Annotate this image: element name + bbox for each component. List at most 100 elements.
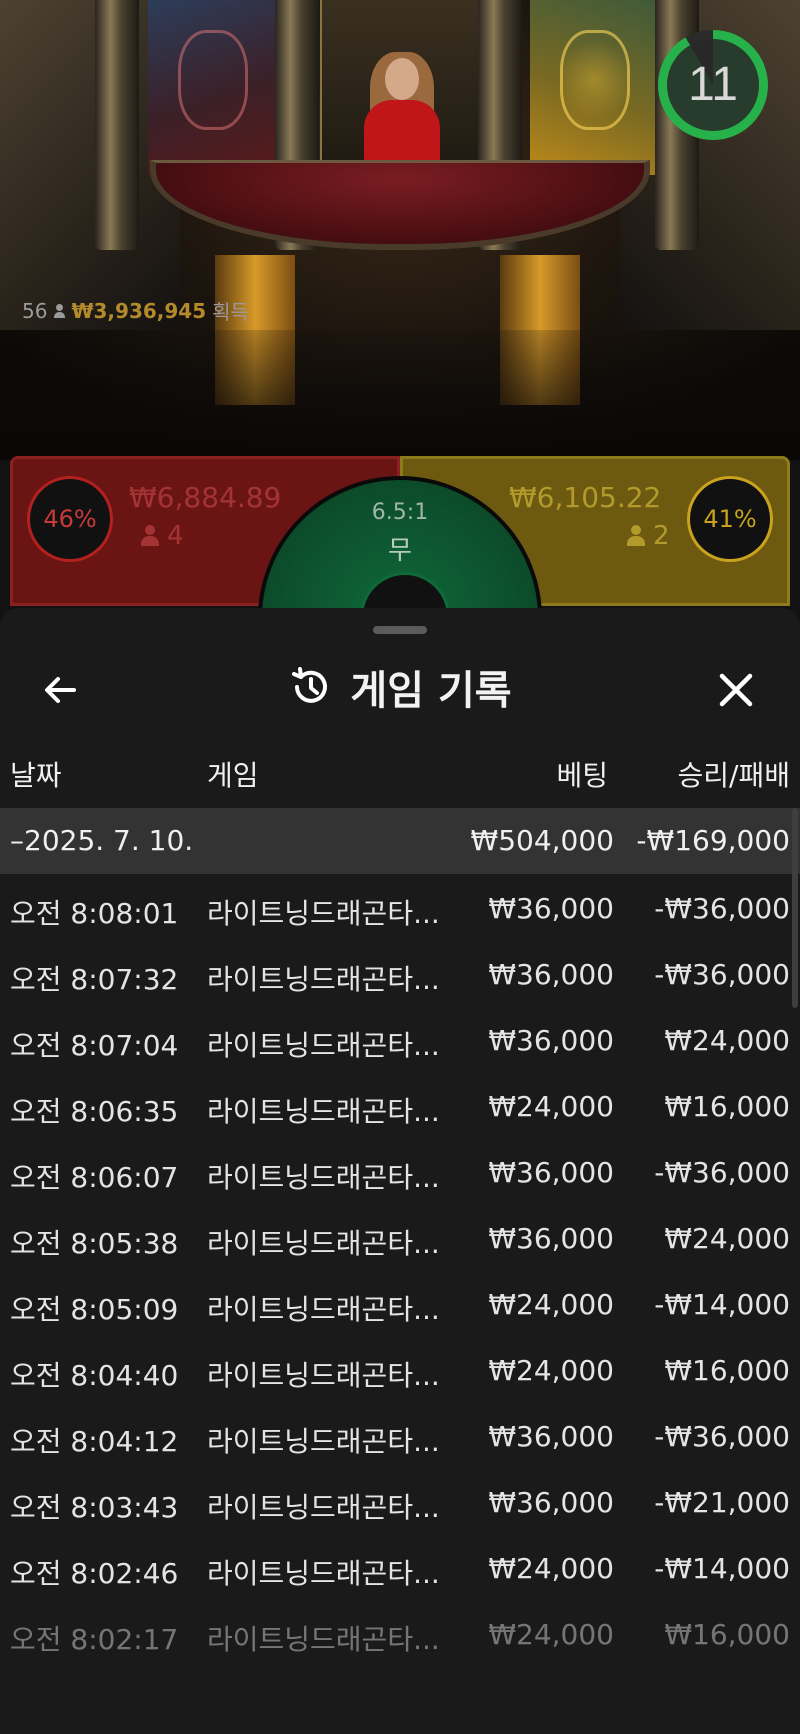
- tiger-panel: [530, 0, 660, 175]
- row-game: 라이트닝드래곤타...: [207, 963, 440, 996]
- tiger-player-count: 2: [653, 521, 670, 551]
- row-game: 라이트닝드래곤타...: [207, 1359, 440, 1392]
- game-history-sheet: 게임 기록 날짜 게임 베팅 승리/패배 –2025. 7. 10. ₩504,…: [0, 608, 800, 1734]
- column-date: 날짜: [10, 759, 62, 792]
- sheet-drag-handle[interactable]: [373, 626, 427, 634]
- history-icon: [292, 667, 328, 703]
- row-time: 오전 8:08:01: [10, 897, 179, 930]
- row-game: 라이트닝드래곤타...: [207, 1623, 440, 1656]
- row-win-loss: -₩21,000: [654, 1486, 790, 1519]
- history-row[interactable]: 오전 8:02:17 라이트닝드래곤타... ₩24,000 ₩16,000: [0, 1600, 800, 1666]
- row-game: 라이트닝드래곤타...: [207, 1029, 440, 1062]
- row-win-loss: -₩14,000: [654, 1552, 790, 1585]
- row-game: 라이트닝드래곤타...: [207, 1293, 440, 1326]
- tiger-icon: [560, 30, 630, 130]
- row-bet: ₩36,000: [488, 1156, 614, 1189]
- row-win-loss: ₩16,000: [664, 1618, 790, 1651]
- floor: [0, 330, 800, 460]
- tiger-players: 2: [627, 521, 670, 551]
- row-bet: ₩24,000: [488, 1354, 614, 1387]
- history-row[interactable]: 오전 8:06:07 라이트닝드래곤타... ₩36,000 -₩36,000: [0, 1138, 800, 1204]
- winners-suffix: 획득: [212, 300, 249, 324]
- group-win-loss-total: -₩169,000: [636, 824, 790, 857]
- row-win-loss: ₩24,000: [664, 1024, 790, 1057]
- tiger-percent: 41%: [687, 476, 773, 562]
- dragon-panel: [148, 0, 278, 175]
- close-icon: [719, 673, 753, 707]
- row-time: 오전 8:04:12: [10, 1425, 179, 1458]
- table-header: 날짜 게임 베팅 승리/패배: [0, 738, 800, 802]
- tie-odds: 6.5:1: [371, 500, 429, 525]
- date-group-row[interactable]: –2025. 7. 10. ₩504,000 -₩169,000: [0, 808, 800, 874]
- row-win-loss: -₩14,000: [654, 1288, 790, 1321]
- row-game: 라이트닝드래곤타...: [207, 897, 440, 930]
- row-bet: ₩36,000: [488, 1024, 614, 1057]
- row-time: 오전 8:02:17: [10, 1623, 179, 1656]
- dragon-percent: 46%: [27, 476, 113, 562]
- row-time: 오전 8:06:35: [10, 1095, 179, 1128]
- row-game: 라이트닝드래곤타...: [207, 1161, 440, 1194]
- row-win-loss: ₩24,000: [664, 1222, 790, 1255]
- game-table: [150, 160, 650, 250]
- pillar: [95, 0, 139, 250]
- history-row[interactable]: 오전 8:04:12 라이트닝드래곤타... ₩36,000 -₩36,000: [0, 1402, 800, 1468]
- row-win-loss: -₩36,000: [654, 1420, 790, 1453]
- column-bet: 베팅: [556, 759, 608, 792]
- dragon-player-count: 4: [167, 521, 184, 551]
- group-bet-total: ₩504,000: [470, 824, 614, 857]
- history-row[interactable]: 오전 8:07:32 라이트닝드래곤타... ₩36,000 -₩36,000: [0, 940, 800, 1006]
- group-date: –2025. 7. 10.: [10, 824, 194, 857]
- countdown-timer: 11: [658, 30, 768, 140]
- sheet-header: 게임 기록: [0, 648, 800, 728]
- row-time: 오전 8:02:46: [10, 1557, 179, 1590]
- history-row[interactable]: 오전 8:08:01 라이트닝드래곤타... ₩36,000 -₩36,000: [0, 874, 800, 940]
- scrollbar[interactable]: [792, 808, 798, 1008]
- person-icon: [141, 525, 159, 547]
- row-win-loss: ₩16,000: [664, 1354, 790, 1387]
- row-game: 라이트닝드래곤타...: [207, 1491, 440, 1524]
- row-time: 오전 8:06:07: [10, 1161, 179, 1194]
- row-game: 라이트닝드래곤타...: [207, 1557, 440, 1590]
- row-win-loss: -₩36,000: [654, 958, 790, 991]
- column-game: 게임: [207, 759, 259, 792]
- person-icon: [627, 525, 645, 547]
- row-bet: ₩36,000: [488, 1486, 614, 1519]
- row-time: 오전 8:04:40: [10, 1359, 179, 1392]
- history-row[interactable]: 오전 8:02:46 라이트닝드래곤타... ₩24,000 -₩14,000: [0, 1534, 800, 1600]
- row-bet: ₩24,000: [488, 1552, 614, 1585]
- row-bet: ₩36,000: [488, 892, 614, 925]
- winners-summary: 56 ₩3,936,945 획득: [22, 296, 249, 325]
- history-row[interactable]: 오전 8:05:38 라이트닝드래곤타... ₩36,000 ₩24,000: [0, 1204, 800, 1270]
- tie-label: 무: [388, 536, 412, 566]
- history-row[interactable]: 오전 8:07:04 라이트닝드래곤타... ₩36,000 ₩24,000: [0, 1006, 800, 1072]
- row-win-loss: -₩36,000: [654, 892, 790, 925]
- row-bet: ₩36,000: [488, 958, 614, 991]
- row-game: 라이트닝드래곤타...: [207, 1227, 440, 1260]
- winners-amount: ₩3,936,945: [71, 298, 207, 323]
- dealer-head: [385, 58, 419, 100]
- history-row[interactable]: 오전 8:03:43 라이트닝드래곤타... ₩36,000 -₩21,000: [0, 1468, 800, 1534]
- live-video: 11 56 ₩3,936,945 획득: [0, 0, 800, 460]
- dragon-icon: [178, 30, 248, 130]
- row-game: 라이트닝드래곤타...: [207, 1095, 440, 1128]
- row-time: 오전 8:03:43: [10, 1491, 179, 1524]
- history-row[interactable]: 오전 8:06:35 라이트닝드래곤타... ₩24,000 ₩16,000: [0, 1072, 800, 1138]
- close-button[interactable]: [712, 666, 760, 714]
- row-game: 라이트닝드래곤타...: [207, 1425, 440, 1458]
- history-list: –2025. 7. 10. ₩504,000 -₩169,000 오전 8:08…: [0, 808, 800, 1666]
- dragon-amount: ₩6,884.89: [129, 481, 282, 514]
- row-time: 오전 8:07:04: [10, 1029, 179, 1062]
- row-time: 오전 8:05:09: [10, 1293, 179, 1326]
- history-row[interactable]: 오전 8:04:40 라이트닝드래곤타... ₩24,000 ₩16,000: [0, 1336, 800, 1402]
- row-win-loss: -₩36,000: [654, 1156, 790, 1189]
- sheet-title: 게임 기록: [350, 668, 512, 714]
- row-bet: ₩24,000: [488, 1288, 614, 1321]
- row-bet: ₩24,000: [488, 1618, 614, 1651]
- row-time: 오전 8:07:32: [10, 963, 179, 996]
- history-row[interactable]: 오전 8:05:09 라이트닝드래곤타... ₩24,000 -₩14,000: [0, 1270, 800, 1336]
- row-time: 오전 8:05:38: [10, 1227, 179, 1260]
- row-bet: ₩36,000: [488, 1222, 614, 1255]
- winners-count: 56: [22, 298, 48, 323]
- person-icon: [53, 303, 66, 318]
- timer-value: 11: [688, 58, 738, 111]
